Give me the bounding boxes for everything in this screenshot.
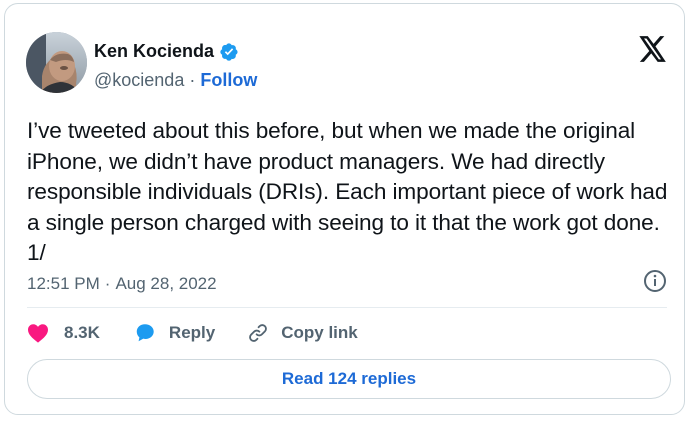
- info-icon[interactable]: [643, 269, 667, 293]
- follow-link[interactable]: Follow: [200, 70, 257, 91]
- copy-link-label: Copy link: [281, 323, 358, 342]
- avatar[interactable]: [26, 32, 87, 93]
- timestamp[interactable]: 12:51 PM · Aug 28, 2022: [27, 274, 217, 294]
- reply-label: Reply: [168, 323, 216, 342]
- read-replies-button[interactable]: Read 124 replies: [27, 359, 671, 399]
- tweet-date[interactable]: Aug 28, 2022: [115, 274, 216, 294]
- likes-count: 8.3K: [64, 323, 100, 342]
- avatar-photo: [26, 32, 87, 93]
- author-handle[interactable]: @kocienda: [94, 70, 184, 91]
- divider: [27, 307, 667, 308]
- action-bar: 8.3K Reply Copy link: [27, 322, 358, 344]
- heart-icon: [28, 324, 48, 343]
- tweet-text: I’ve tweeted about this before, but when…: [27, 118, 668, 265]
- speech-bubble-icon: [136, 324, 154, 342]
- timestamp-separator: ·: [104, 274, 111, 293]
- author-name[interactable]: Ken Kocienda: [94, 41, 214, 62]
- tweet-card: Ken Kocienda @kocienda · Follow I’ve twe…: [4, 3, 685, 415]
- like-button[interactable]: 8.3K: [27, 323, 100, 343]
- reply-button[interactable]: Reply: [134, 322, 215, 344]
- verified-badge-icon: [220, 42, 238, 61]
- link-icon: [249, 324, 268, 342]
- x-logo-icon[interactable]: [639, 36, 667, 62]
- tweet-time[interactable]: 12:51 PM: [27, 274, 100, 294]
- handle-separator: ·: [189, 70, 196, 90]
- read-replies-label: Read 124 replies: [281, 369, 417, 388]
- copy-link-button[interactable]: Copy link: [247, 322, 358, 344]
